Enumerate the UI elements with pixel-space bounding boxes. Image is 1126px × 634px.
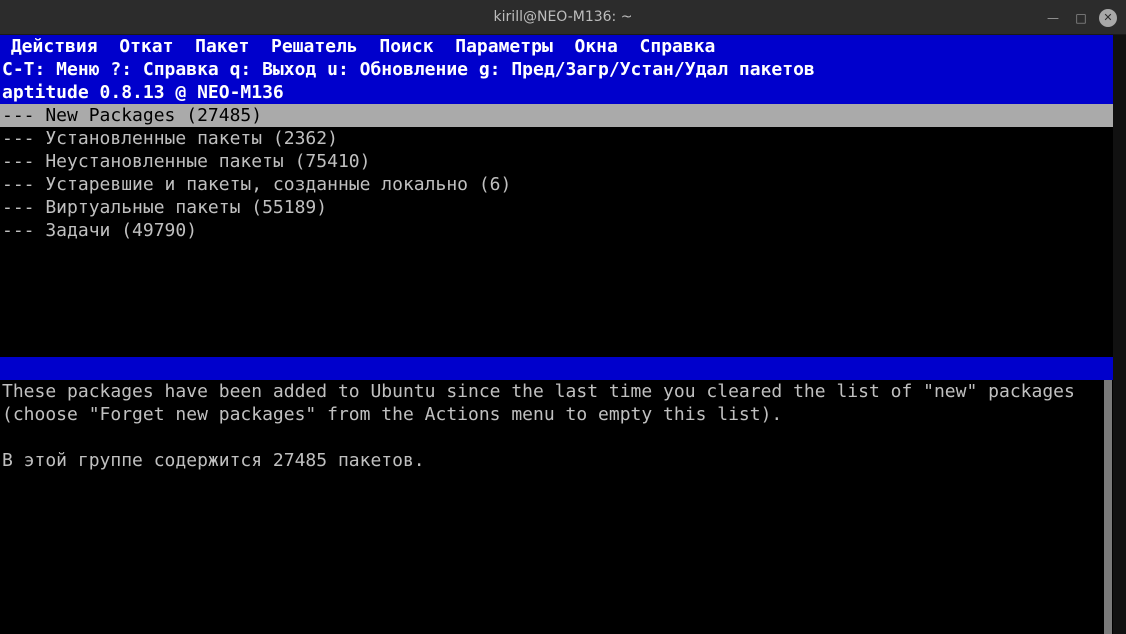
minimize-button[interactable]: — (1044, 9, 1062, 27)
terminal-window: kirill@NEO-M136: ~ — □ ✕ Действия Откат … (0, 0, 1126, 634)
menu-resolver[interactable]: Решатель (271, 36, 358, 57)
tree-item-obsolete[interactable]: --- Устаревшие и пакеты, созданные локал… (2, 173, 511, 196)
hint-text: C-T: Меню ?: Справка q: Выход u: Обновле… (2, 59, 815, 80)
menu-views[interactable]: Окна (574, 36, 617, 57)
maximize-button[interactable]: □ (1072, 9, 1090, 27)
menu-actions[interactable]: Действия (11, 36, 98, 57)
version-text: aptitude 0.8.13 @ NEO-M136 (2, 82, 284, 103)
menu-undo[interactable]: Откат (119, 36, 173, 57)
description-line-2: (choose "Forget new packages" from the A… (2, 404, 783, 425)
description-count: В этой группе содержится 27485 пакетов. (2, 450, 425, 471)
terminal-screen[interactable]: Действия Откат Пакет Решатель Поиск Пара… (0, 35, 1113, 634)
pane-divider (0, 357, 1113, 380)
tree-item-tasks[interactable]: --- Задачи (49790) (2, 219, 197, 242)
window-title: kirill@NEO-M136: ~ (493, 9, 633, 25)
menu-help[interactable]: Справка (640, 36, 716, 57)
title-bar[interactable]: kirill@NEO-M136: ~ — □ ✕ (0, 0, 1126, 35)
scrollbar-track[interactable] (1113, 35, 1126, 634)
tree-item-new-packages[interactable]: --- New Packages (27485) (2, 104, 262, 127)
menu-options[interactable]: Параметры (455, 36, 553, 57)
tree-item-installed[interactable]: --- Установленные пакеты (2362) (2, 127, 338, 150)
tree-item-not-installed[interactable]: --- Неустановленные пакеты (75410) (2, 150, 370, 173)
menu-package[interactable]: Пакет (195, 36, 249, 57)
description-line-1: These packages have been added to Ubuntu… (2, 381, 1075, 402)
close-button[interactable]: ✕ (1099, 9, 1117, 27)
menu-bar-items: Действия Откат Пакет Решатель Поиск Пара… (0, 35, 716, 58)
scrollbar-thumb[interactable] (1104, 380, 1112, 634)
tree-item-virtual[interactable]: --- Виртуальные пакеты (55189) (2, 196, 327, 219)
menu-search[interactable]: Поиск (379, 36, 433, 57)
